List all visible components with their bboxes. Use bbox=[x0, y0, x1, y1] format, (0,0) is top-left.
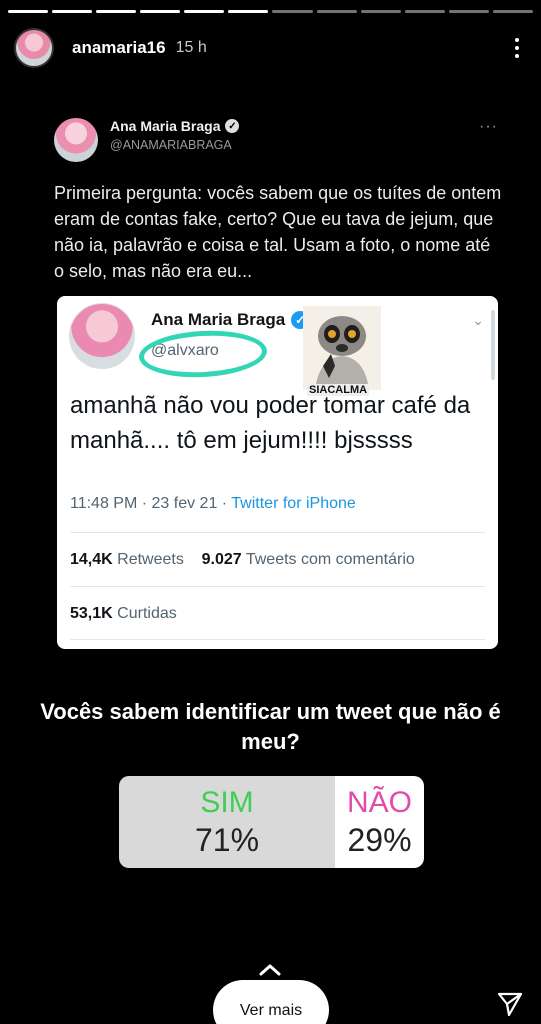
quotes-label: Tweets com comentário bbox=[245, 551, 415, 568]
poll-option-yes[interactable]: SIM 71% bbox=[119, 776, 335, 868]
poll-question: Vocês sabem identificar um tweet que não… bbox=[40, 699, 501, 754]
embedded-time: 11:48 PM · 23 fev 21 · bbox=[70, 495, 228, 512]
progress-segment bbox=[448, 10, 489, 13]
username[interactable]: anamaria16 bbox=[72, 38, 166, 58]
retweets-label: Retweets bbox=[117, 551, 184, 568]
quotes-value: 9.027 bbox=[201, 551, 242, 568]
likes-label: Curtidas bbox=[117, 605, 177, 622]
story-progress bbox=[8, 10, 533, 13]
tweet-avatar bbox=[54, 118, 98, 162]
poll-yes-label: SIM bbox=[200, 786, 254, 819]
poll-option-no[interactable]: NÃO 29% bbox=[335, 776, 424, 868]
more-icon: ··· bbox=[479, 118, 498, 135]
embedded-meta: 11:48 PM · 23 fev 21 · Twitter for iPhon… bbox=[70, 495, 356, 513]
poll-no-percent: 29% bbox=[347, 822, 412, 858]
embedded-avatar bbox=[69, 303, 135, 369]
embedded-source: Twitter for iPhone bbox=[231, 495, 356, 512]
embedded-likes: 53,1K Curtidas bbox=[70, 605, 177, 623]
see-more-button[interactable]: Ver mais bbox=[213, 980, 329, 1024]
progress-segment bbox=[272, 10, 313, 13]
lemur-sticker bbox=[303, 306, 381, 390]
tweet-screenshot: Ana Maria Braga ✓ @ANAMARIABRAGA ··· Pri… bbox=[54, 118, 504, 284]
kebab-menu-icon[interactable] bbox=[511, 34, 523, 62]
highlight-circle bbox=[137, 327, 269, 381]
embedded-fake-tweet: Ana Maria Braga ✓ @alvxaro ⌄ SIACALMA am… bbox=[57, 296, 498, 649]
poll-yes-percent: 71% bbox=[194, 822, 260, 858]
progress-segment bbox=[360, 10, 401, 13]
embedded-text: amanhã não vou poder tomar café da manhã… bbox=[70, 392, 471, 454]
verified-icon: ✓ bbox=[225, 119, 240, 133]
progress-segment bbox=[316, 10, 357, 13]
progress-segment bbox=[140, 10, 181, 13]
scrollbar bbox=[491, 310, 495, 380]
send-icon[interactable] bbox=[496, 990, 524, 1018]
tweet-handle: @ANAMARIABRAGA bbox=[110, 138, 232, 152]
chevron-up-icon[interactable] bbox=[258, 962, 282, 978]
embedded-author-name: Ana Maria Braga bbox=[151, 310, 286, 329]
progress-segment bbox=[96, 10, 137, 13]
likes-value: 53,1K bbox=[70, 605, 113, 622]
chevron-down-icon: ⌄ bbox=[472, 312, 484, 328]
avatar[interactable] bbox=[14, 28, 54, 68]
progress-segment bbox=[184, 10, 225, 13]
tweet-author-name: Ana Maria Braga bbox=[110, 118, 221, 134]
embedded-author: Ana Maria Braga ✓ bbox=[151, 310, 310, 330]
tweet-text: Primeira pergunta: vocês sabem que os tu… bbox=[54, 183, 502, 281]
poll-sticker: SIM 71% NÃO 29% bbox=[119, 776, 424, 868]
poll-no-label: NÃO bbox=[346, 786, 412, 819]
divider bbox=[70, 532, 485, 533]
divider bbox=[70, 586, 485, 587]
post-time: 15 h bbox=[175, 39, 207, 56]
embedded-stats: 14,4K Retweets 9.027 Tweets com comentár… bbox=[70, 551, 415, 569]
progress-segment bbox=[492, 10, 533, 13]
story-header: anamaria16 15 h bbox=[14, 26, 527, 70]
progress-segment bbox=[8, 10, 49, 13]
progress-segment bbox=[52, 10, 93, 13]
tweet-author: Ana Maria Braga ✓ bbox=[110, 118, 240, 134]
progress-segment bbox=[228, 10, 269, 13]
progress-segment bbox=[404, 10, 445, 13]
retweets-value: 14,4K bbox=[70, 551, 113, 568]
divider bbox=[70, 639, 485, 640]
